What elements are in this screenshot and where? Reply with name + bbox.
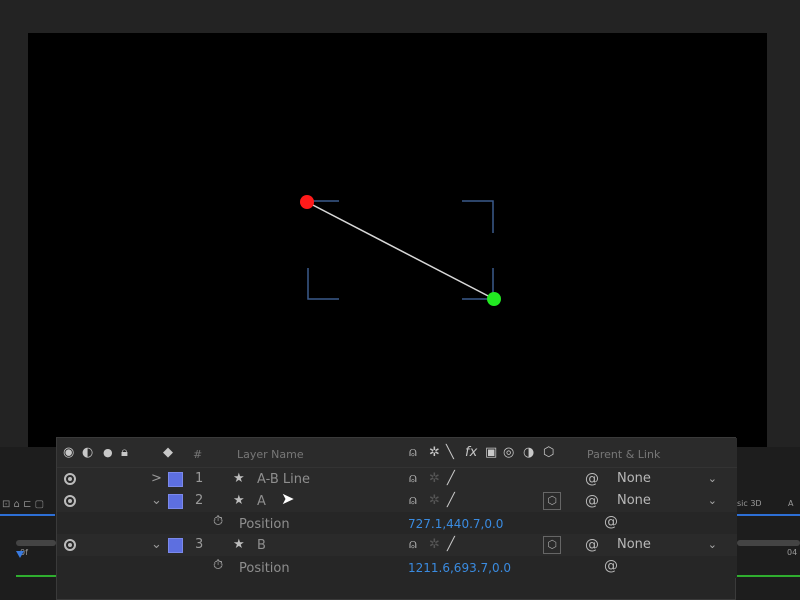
property-row-position-b: ⏱ Position 1211.6,693.7,0.0 @ [57, 556, 737, 578]
frame-corner-bl [307, 268, 339, 300]
shy-icon[interactable]: ⍝ [409, 472, 417, 486]
collapse-icon[interactable]: ✲ [429, 446, 440, 459]
tag-icon[interactable]: ◆ [163, 446, 173, 459]
lock-icon[interactable]: 🔒︎ [121, 446, 128, 459]
work-area-line-left [0, 514, 55, 516]
position-value[interactable]: 727.1,440.7,0.0 [408, 517, 503, 531]
toolbar-icons[interactable]: ⊡ ⌂ ⊏ ▢ [2, 499, 44, 510]
parent-dropdown[interactable]: None ⌄ [611, 536, 723, 554]
frame-corner-br [462, 268, 494, 300]
time-right: 04 [787, 548, 798, 557]
speaker-icon[interactable]: ◐ [82, 446, 93, 459]
point-a[interactable] [300, 195, 314, 209]
composition-viewer[interactable] [28, 33, 767, 447]
property-row-position-a: ⏱ Position 727.1,440.7,0.0 @ [57, 512, 737, 534]
layer-bar-right [737, 575, 800, 577]
frame-blend-icon[interactable]: ▣ [485, 446, 497, 459]
layer-number: 1 [195, 471, 204, 486]
label-color-swatch[interactable] [168, 494, 183, 509]
eye-icon[interactable] [64, 495, 76, 507]
quality-icon[interactable]: ╱ [447, 538, 455, 552]
layer-name[interactable]: B [257, 538, 266, 553]
quality-icon[interactable]: ╲ [446, 446, 454, 459]
playhead[interactable] [16, 551, 24, 558]
spiral-icon[interactable]: @ [585, 471, 599, 487]
quality-icon[interactable]: ╱ [447, 472, 455, 486]
expand-arrow[interactable]: > [151, 472, 162, 486]
adjustment-icon[interactable]: ◑ [523, 446, 534, 459]
point-b[interactable] [487, 292, 501, 306]
motion-blur-icon[interactable]: ◎ [503, 446, 514, 459]
label-color-swatch[interactable] [168, 472, 183, 487]
renderer-extra: A [788, 499, 794, 508]
expand-arrow[interactable]: ⌄ [151, 538, 162, 552]
renderer-label: sic 3D [737, 499, 762, 508]
spiral-icon[interactable]: @ [585, 537, 599, 553]
shy-icon[interactable]: ⍝ [409, 494, 417, 508]
layer-name[interactable]: A-B Line [257, 472, 310, 487]
layer-panel: ◉ ◐ ● 🔒︎ ◆ # Layer Name ⍝ ✲ ╲ fx ▣ ◎ ◑ ⬡… [56, 437, 737, 600]
spiral-icon[interactable]: @ [585, 493, 599, 509]
parent-dropdown[interactable]: None ⌄ [611, 470, 723, 488]
parent-column-header: Parent & Link [587, 448, 661, 461]
solo-dot-icon[interactable]: ● [103, 446, 113, 459]
3d-layer-icon[interactable]: ⬡ [543, 536, 561, 554]
layer-number: 2 [195, 493, 204, 508]
mouse-cursor-icon: ➤ [281, 489, 295, 508]
parent-dropdown[interactable]: None ⌄ [611, 492, 723, 510]
layer-name[interactable]: A [257, 494, 266, 509]
layer-bar-left [16, 575, 56, 577]
expand-arrow[interactable]: ⌄ [151, 494, 162, 508]
collapse-icon[interactable]: ✲ [429, 538, 440, 552]
layer-number: 3 [195, 537, 204, 552]
chevron-down-icon: ⌄ [707, 472, 717, 485]
spiral-icon[interactable]: @ [604, 514, 618, 530]
position-value[interactable]: 1211.6,693.7,0.0 [408, 561, 511, 575]
chevron-down-icon: ⌄ [707, 538, 717, 551]
time-bar-left [16, 540, 56, 546]
parent-value: None [617, 471, 651, 486]
parent-value: None [617, 493, 651, 508]
frame-corner-tr [462, 200, 494, 233]
3d-layer-icon[interactable]: ⬡ [543, 446, 554, 459]
time-bar-right [737, 540, 800, 546]
label-color-swatch[interactable] [168, 538, 183, 553]
collapse-icon[interactable]: ✲ [429, 472, 440, 486]
work-area-line-right [737, 514, 800, 516]
quality-icon[interactable]: ╱ [447, 494, 455, 508]
eye-icon[interactable] [64, 539, 76, 551]
star-icon: ★ [233, 493, 245, 508]
shy-icon[interactable]: ⍝ [409, 446, 417, 459]
layer-row-1[interactable]: > 1 ★ A-B Line ⍝ ✲ ╱ @ None ⌄ [57, 468, 737, 490]
after-effects-window: ⊡ ⌂ ⊏ ▢ sic 3D A 0f 04 ◉ ◐ ● 🔒︎ ◆ # Laye… [0, 0, 800, 600]
stopwatch-icon[interactable]: ⏱ [213, 515, 223, 529]
chevron-down-icon: ⌄ [707, 494, 717, 507]
shy-icon[interactable]: ⍝ [409, 538, 417, 552]
number-column-header: # [193, 448, 203, 461]
viewer-canvas [300, 195, 501, 306]
property-name: Position [239, 517, 290, 532]
layer-row-3[interactable]: ⌄ 3 ★ B ⍝ ✲ ╱ ⬡ @ None ⌄ [57, 534, 737, 556]
star-icon: ★ [233, 537, 245, 552]
fx-icon[interactable]: fx [465, 446, 477, 459]
3d-layer-icon[interactable]: ⬡ [543, 492, 561, 510]
parent-value: None [617, 537, 651, 552]
stopwatch-icon[interactable]: ⏱ [213, 559, 223, 573]
eye-icon[interactable] [64, 473, 76, 485]
layer-panel-header: ◉ ◐ ● 🔒︎ ◆ # Layer Name ⍝ ✲ ╲ fx ▣ ◎ ◑ ⬡… [57, 438, 737, 468]
layer-name-column-header[interactable]: Layer Name [237, 448, 304, 461]
layer-row-2[interactable]: ⌄ 2 ★ A ➤ ⍝ ✲ ╱ ⬡ @ None ⌄ [57, 490, 737, 512]
eye-icon[interactable]: ◉ [63, 446, 74, 459]
property-name: Position [239, 561, 290, 576]
collapse-icon[interactable]: ✲ [429, 494, 440, 508]
spiral-icon[interactable]: @ [604, 558, 618, 574]
a-b-line [306, 201, 495, 300]
star-icon: ★ [233, 471, 245, 486]
